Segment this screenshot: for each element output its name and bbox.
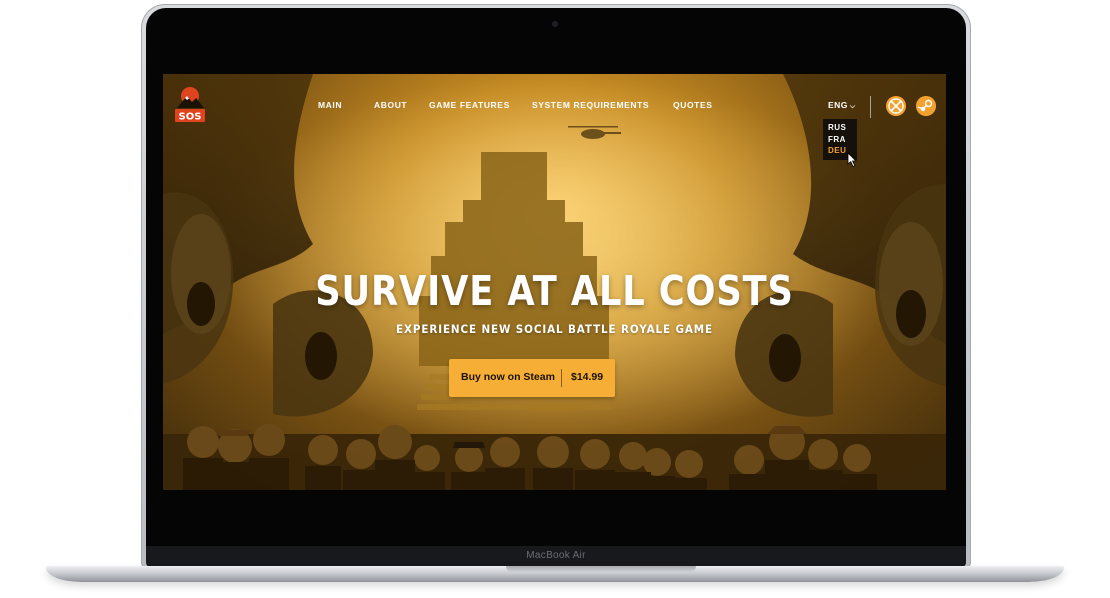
nav-item-main[interactable]: MAIN — [318, 100, 342, 110]
xbox-icon[interactable] — [886, 96, 906, 116]
hero-subtitle: EXPERIENCE NEW SOCIAL BATTLE ROYALE GAME — [396, 322, 713, 336]
laptop-notch — [506, 566, 696, 572]
mouse-pointer-icon — [847, 152, 857, 168]
laptop-chin: MacBook Air — [146, 546, 966, 568]
buy-on-steam-button[interactable]: Buy now on Steam $14.99 — [449, 359, 615, 397]
steam-icon[interactable] — [916, 96, 936, 116]
camera-icon — [552, 21, 558, 27]
hero-title: SURVIVE AT ALL COSTS — [315, 267, 794, 315]
nav-item-about[interactable]: ABOUT — [374, 100, 407, 110]
buy-button-divider — [561, 369, 562, 387]
language-option-fra[interactable]: FRA — [823, 134, 857, 146]
buy-button-label: Buy now on Steam — [461, 371, 555, 383]
nav-item-game-features[interactable]: GAME FEATURES — [429, 100, 510, 110]
language-current: ENG — [828, 100, 848, 110]
chevron-down-icon: ⌵ — [849, 103, 856, 110]
laptop-model-label: MacBook Air — [526, 550, 586, 561]
nav-divider — [870, 96, 871, 118]
laptop-base — [46, 566, 1064, 582]
nav-item-system-requirements[interactable]: SYSTEM REQUIREMENTS — [532, 100, 649, 110]
language-selector[interactable]: ENG ⌵ — [828, 100, 856, 111]
language-option-rus[interactable]: RUS — [823, 122, 857, 134]
nav-item-quotes[interactable]: QUOTES — [673, 100, 713, 110]
buy-button-price: $14.99 — [571, 371, 604, 383]
website-screen: SOS MAIN ABOUT GAME FEATURES SYSTEM REQU… — [163, 74, 946, 490]
